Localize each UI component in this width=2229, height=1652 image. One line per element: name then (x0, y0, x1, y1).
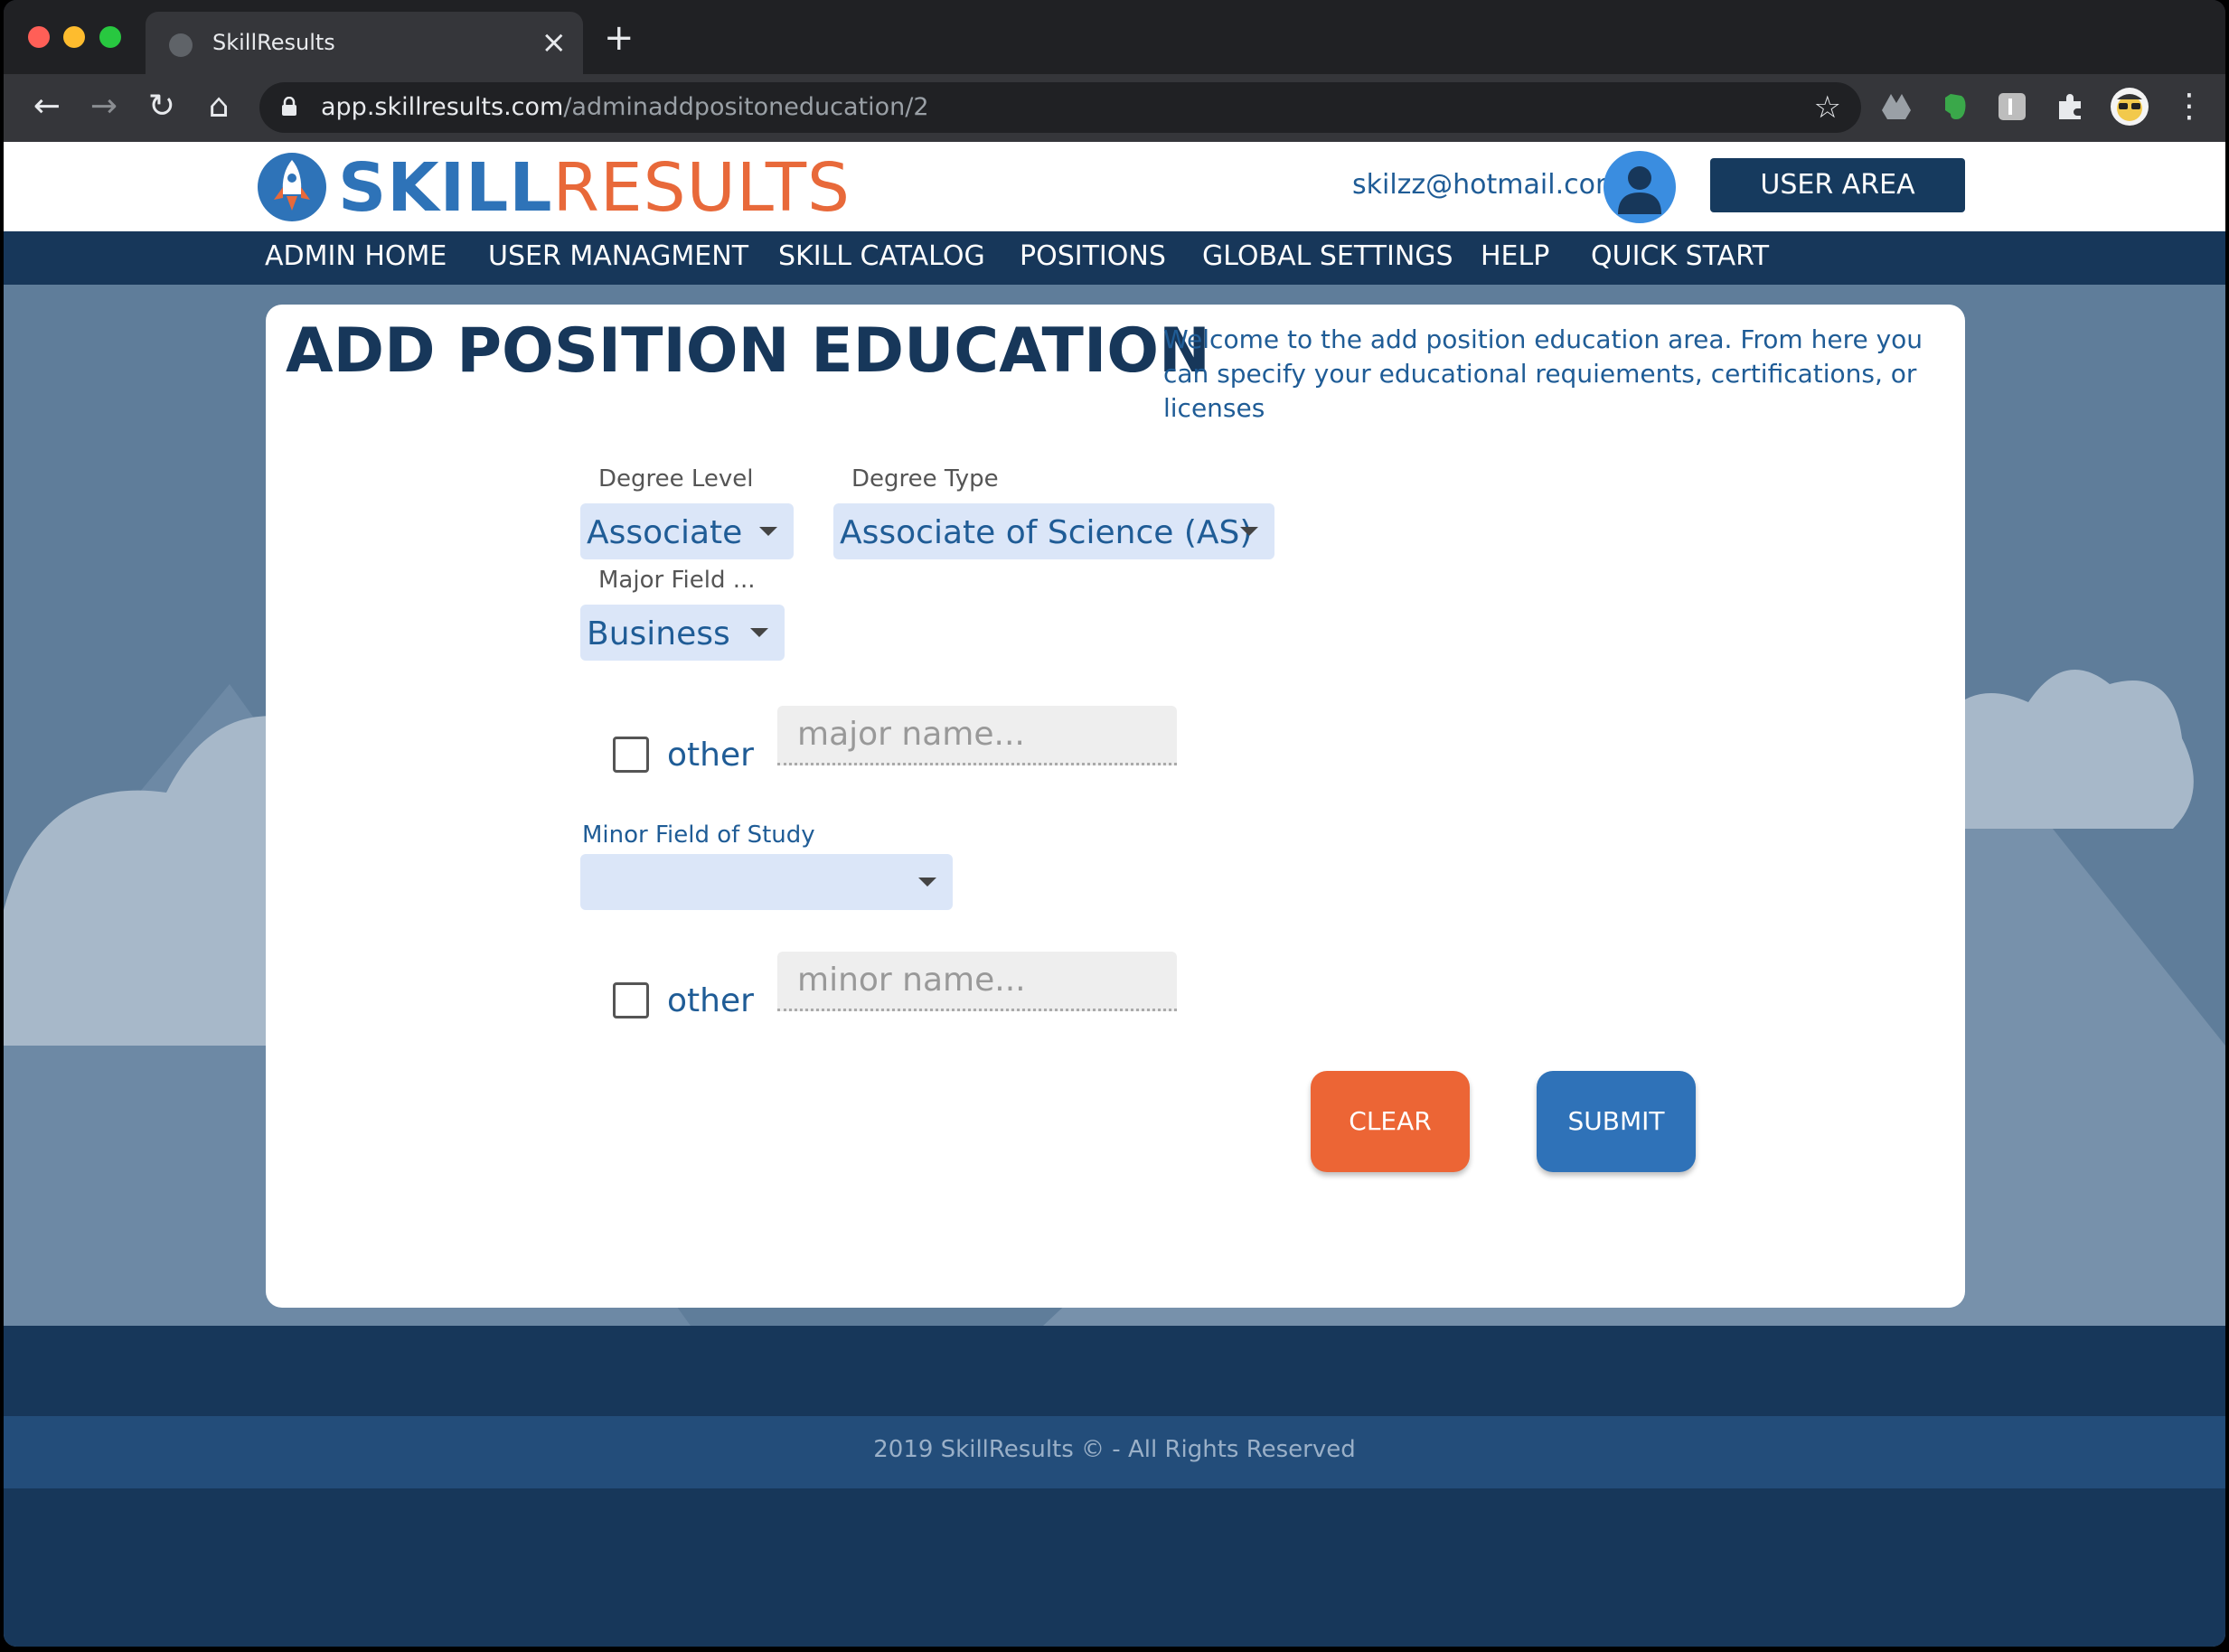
evernote-extension-icon[interactable] (1938, 90, 1970, 123)
footer-copyright: 2019 SkillResults © - All Rights Reserve… (873, 1436, 1356, 1463)
major-other-label[interactable]: other (667, 737, 754, 774)
major-field-label: Major Field ... (598, 567, 756, 594)
user-email[interactable]: skilzz@hotmail.com (1352, 169, 1622, 201)
close-window-button[interactable] (28, 26, 50, 48)
nav-skill-catalog[interactable]: SKILL CATALOG (778, 240, 985, 272)
tab-title: SkillResults (212, 30, 335, 55)
minor-field-select[interactable] (580, 854, 953, 910)
minor-name-field[interactable] (777, 952, 1177, 1011)
user-avatar-icon[interactable] (1604, 151, 1676, 223)
major-field-select[interactable]: Business (580, 605, 785, 661)
chevron-down-icon (918, 878, 936, 887)
lock-icon (282, 97, 296, 116)
close-icon[interactable]: × (541, 24, 568, 61)
url-text: app.skillresults.com/adminaddpositoneduc… (321, 93, 929, 121)
nav-admin-home[interactable]: ADMIN HOME (265, 240, 447, 272)
bookmark-star-icon[interactable]: ☆ (1814, 89, 1841, 126)
degree-type-label: Degree Type (851, 465, 999, 493)
browser-menu-icon[interactable]: ⋮ (2169, 87, 2209, 127)
browser-window: SkillResults × + ← → ↻ ⌂ app.skillresult… (4, 0, 2225, 1647)
add-position-education-card: ADD POSITION EDUCATION Welcome to the ad… (266, 305, 1965, 1308)
major-name-input[interactable] (777, 706, 1177, 763)
web-page: SKILLRESULTS skilzz@hotmail.com USER ARE… (4, 142, 2225, 1647)
reload-icon[interactable]: ↻ (142, 87, 182, 127)
footer-top-band (4, 1326, 2225, 1416)
drive-extension-icon[interactable] (1880, 90, 1913, 123)
degree-level-label: Degree Level (598, 465, 754, 493)
degree-type-value: Associate of Science (AS) (840, 514, 1253, 551)
intro-text: Welcome to the add position education ar… (1163, 324, 1923, 423)
chevron-down-icon (1240, 527, 1258, 536)
footer-bottom-band (4, 1488, 2225, 1647)
puzzle-extensions-icon[interactable] (2054, 90, 2086, 123)
minimize-window-button[interactable] (63, 26, 85, 48)
nav-quick-start[interactable]: QUICK START (1591, 240, 1769, 272)
tab-strip: SkillResults × + (4, 0, 2225, 74)
user-area-button[interactable]: USER AREA (1710, 158, 1965, 212)
browser-tab[interactable]: SkillResults × (146, 12, 583, 74)
new-tab-button[interactable]: + (604, 20, 635, 56)
rocket-logo-icon[interactable] (256, 151, 328, 223)
minor-name-input[interactable] (777, 952, 1177, 1009)
clear-button[interactable]: CLEAR (1311, 1071, 1470, 1172)
main-navigation: ADMIN HOME USER MANAGMENT SKILL CATALOG … (4, 231, 2225, 285)
minor-field-label: Minor Field of Study (582, 821, 815, 849)
major-other-checkbox[interactable] (613, 737, 649, 773)
address-bar[interactable]: app.skillresults.com/adminaddpositoneduc… (259, 82, 1861, 133)
globe-icon (169, 33, 193, 57)
honey-extension-icon[interactable] (1996, 90, 2028, 123)
profile-avatar-icon[interactable] (2110, 87, 2149, 127)
degree-level-value: Associate (587, 514, 743, 551)
minor-other-label[interactable]: other (667, 982, 754, 1019)
chevron-down-icon (750, 628, 768, 637)
nav-positions[interactable]: POSITIONS (1020, 240, 1166, 272)
skillresults-logo[interactable]: SKILLRESULTS (338, 147, 851, 229)
forward-arrow-icon[interactable]: → (84, 87, 124, 127)
page-title: ADD POSITION EDUCATION (286, 315, 1210, 387)
minor-other-checkbox[interactable] (613, 982, 649, 1018)
home-icon[interactable]: ⌂ (199, 87, 239, 127)
nav-help[interactable]: HELP (1481, 240, 1549, 272)
major-name-field[interactable] (777, 706, 1177, 765)
degree-type-select[interactable]: Associate of Science (AS) (833, 503, 1274, 559)
site-header: SKILLRESULTS skilzz@hotmail.com USER ARE… (4, 142, 2225, 231)
chevron-down-icon (759, 527, 777, 536)
nav-global-settings[interactable]: GLOBAL SETTINGS (1202, 240, 1453, 272)
submit-button[interactable]: SUBMIT (1537, 1071, 1696, 1172)
maximize-window-button[interactable] (99, 26, 121, 48)
degree-level-select[interactable]: Associate (580, 503, 794, 559)
nav-user-management[interactable]: USER MANAGMENT (488, 240, 748, 272)
browser-toolbar: ← → ↻ ⌂ app.skillresults.com/adminaddpos… (4, 74, 2225, 142)
back-arrow-icon[interactable]: ← (27, 87, 67, 127)
major-field-value: Business (587, 615, 730, 652)
